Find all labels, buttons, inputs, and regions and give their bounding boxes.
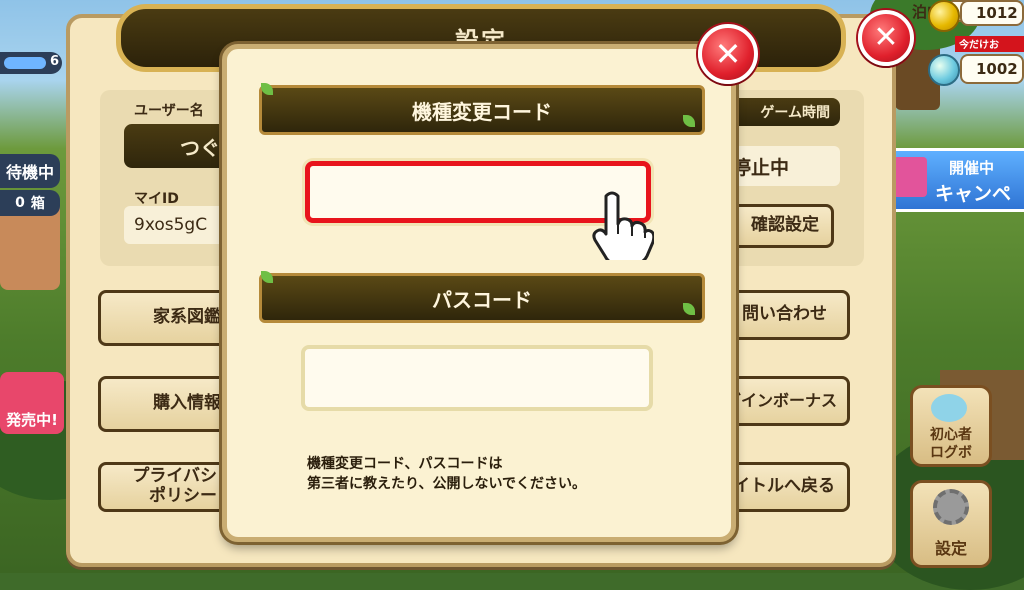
purchase-info-label: 購入情報 bbox=[153, 393, 221, 414]
settings-shortcut-label: 設定 bbox=[934, 539, 967, 558]
family-tree-button[interactable]: 家系図鑑 bbox=[98, 290, 238, 346]
user-name-label: ユーザー名 bbox=[134, 103, 204, 119]
gem-counter: 1002 bbox=[960, 54, 1024, 84]
waiting-badge: 待機中 bbox=[0, 154, 60, 188]
close-icon: ✕ bbox=[873, 20, 899, 55]
family-tree-label: 家系図鑑 bbox=[153, 307, 221, 328]
back-to-title-label: イトルへ戻る bbox=[733, 476, 835, 497]
privacy-policy-button[interactable]: プライバシ ポリシー bbox=[98, 462, 232, 512]
promo-tag-text: 今だけお bbox=[959, 40, 999, 51]
contact-label: 問い合わせ bbox=[742, 304, 827, 325]
waiting-label: 待機中 bbox=[5, 163, 54, 182]
notice-line1: 機種変更コード、パスコードは bbox=[307, 456, 503, 472]
purchase-info-button[interactable]: 購入情報 bbox=[98, 376, 238, 432]
coin-counter: 1012 bbox=[960, 0, 1024, 26]
my-id-label: マイID bbox=[134, 191, 179, 207]
gear-icon bbox=[933, 489, 969, 525]
gem-value: 1002 bbox=[976, 60, 1018, 78]
security-notice: 機種変更コード、パスコードは 第三者に教えたり、公開しないでください。 bbox=[307, 454, 687, 494]
device-transfer-dialog: 機種変更コード パスコード 機種変更コード、パスコードは 第三者に教えたり、公開… bbox=[222, 44, 736, 542]
pointing-hand-icon bbox=[592, 191, 654, 260]
settings-shortcut-button[interactable]: 設定 bbox=[910, 480, 992, 568]
device-code-header: 機種変更コード bbox=[259, 85, 705, 135]
feather-icon bbox=[931, 394, 967, 422]
confirm-settings-label: 確認設定 bbox=[751, 215, 819, 236]
gem-icon bbox=[928, 54, 960, 86]
privacy-line1: プライバシ bbox=[132, 466, 217, 487]
my-id-field: 9xos5gC bbox=[124, 206, 234, 244]
campaign-line1: 開催中 bbox=[949, 159, 995, 177]
login-bonus-label: グインボーナス bbox=[724, 390, 837, 410]
promo-tag: 今だけお bbox=[955, 36, 1024, 52]
user-name-field[interactable]: つぐ bbox=[124, 124, 234, 168]
my-id-value: 9xos5gC bbox=[134, 215, 208, 235]
waiting-count: 0 bbox=[15, 195, 25, 211]
close-icon: ✕ bbox=[714, 35, 742, 73]
passcode-input[interactable] bbox=[301, 345, 653, 411]
gift-icon bbox=[893, 157, 927, 197]
passcode-title: パスコード bbox=[432, 287, 532, 312]
notice-line2: 第三者に教えたり、公開しないでください。 bbox=[307, 476, 587, 492]
coin-icon bbox=[928, 0, 960, 32]
sale-label: 発売中! bbox=[6, 411, 58, 429]
game-time-value: 停止中 bbox=[732, 156, 790, 179]
beginner-line1: 初心者 bbox=[930, 427, 972, 443]
privacy-line2: ポリシー bbox=[149, 486, 217, 506]
dialog-close-button[interactable]: ✕ bbox=[698, 24, 758, 84]
level-bar: 6 bbox=[0, 52, 62, 74]
device-code-title: 機種変更コード bbox=[412, 99, 552, 124]
waiting-unit: 箱 bbox=[30, 196, 45, 212]
campaign-line2: キャンペ bbox=[935, 183, 1012, 205]
settings-close-button[interactable]: ✕ bbox=[858, 10, 914, 66]
passcode-header: パスコード bbox=[259, 273, 705, 323]
level-value: 6 bbox=[50, 54, 60, 69]
beginner-line2: ログボ bbox=[930, 445, 972, 461]
campaign-banner[interactable]: 開催中 キャンペ bbox=[884, 148, 1024, 212]
sale-banner[interactable]: 発売中! bbox=[0, 372, 64, 434]
coin-value: 1012 bbox=[976, 4, 1018, 22]
beginner-login-bonus-button[interactable]: 初心者 ログボ bbox=[910, 385, 992, 467]
waiting-count-badge: 0 箱 bbox=[0, 190, 60, 216]
user-name-value: つぐ bbox=[180, 135, 220, 160]
game-time-label: ゲーム時間 bbox=[760, 105, 830, 121]
